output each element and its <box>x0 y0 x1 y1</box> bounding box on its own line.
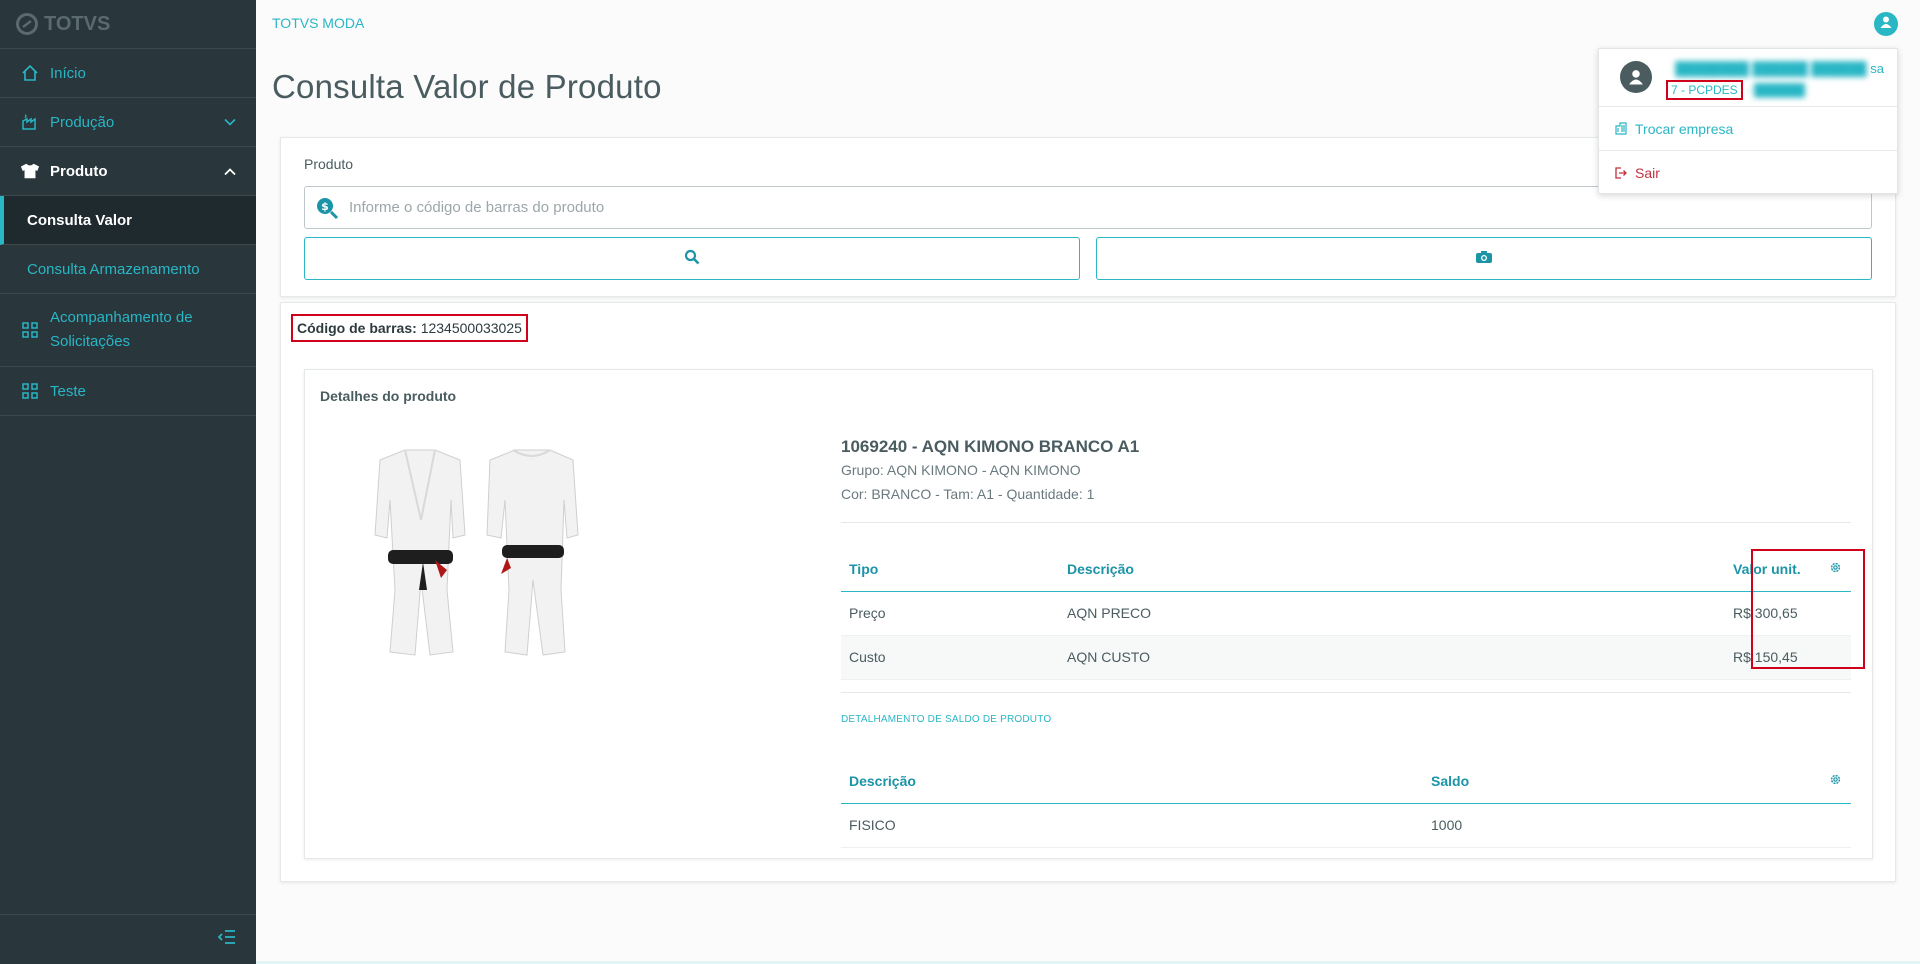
table-row: Custo AQN CUSTO R$ 150,45 <box>841 635 1851 680</box>
saldo-section-title: DETALHAMENTO DE SALDO DE PRODUTO <box>841 714 1052 725</box>
top-bar: TOTVS MODA <box>256 0 1920 49</box>
divider <box>841 692 1851 693</box>
company-name-redacted: - ██████ <box>1746 83 1806 97</box>
product-details-card: Detalhes do produto 1069240 - AQN KIMONO… <box>304 369 1873 859</box>
table-settings-button[interactable] <box>1821 760 1851 804</box>
user-dropdown-menu: ████████ ██████ ██████ sa 7 - PCPDES - █… <box>1598 48 1898 194</box>
sidebar-item-label-line1: Acompanhamento de <box>50 309 193 326</box>
search-button[interactable] <box>304 237 1080 280</box>
barcode-display: Código de barras: 1234500033025 <box>291 314 528 342</box>
logo-text: TOTVS <box>44 12 111 35</box>
sidebar-item-label: Acompanhamento de Solicitações <box>50 306 193 354</box>
column-header-descricao[interactable]: Descrição <box>1059 548 1725 592</box>
collapse-menu-button[interactable] <box>0 914 256 964</box>
cell-empty <box>1821 803 1851 848</box>
cell-valor: R$ 150,45 <box>1725 635 1821 680</box>
app-name-link[interactable]: TOTVS MODA <box>272 15 364 31</box>
company-code: 7 - PCPDES <box>1666 80 1743 100</box>
result-card: Código de barras: 1234500033025 Detalhes… <box>280 302 1896 882</box>
cell-valor: R$ 300,65 <box>1725 591 1821 636</box>
building-icon <box>1615 122 1627 135</box>
produto-label: Produto <box>304 156 354 172</box>
sidebar-item-produto[interactable]: Produto <box>0 147 256 196</box>
user-info: ████████ ██████ ██████ sa 7 - PCPDES - █… <box>1599 49 1897 107</box>
user-name-suffix: sa <box>1870 61 1884 76</box>
sidebar-item-producao[interactable]: Produção <box>0 98 256 147</box>
barcode-value: 1234500033025 <box>420 320 522 336</box>
trocar-empresa-menu-item[interactable]: Trocar empresa <box>1599 107 1897 151</box>
gear-icon <box>1829 773 1842 789</box>
user-name-redacted: ████████ ██████ ██████ <box>1675 61 1867 76</box>
sidebar-item-label: Produto <box>50 162 108 180</box>
divider <box>841 522 1851 523</box>
sidebar-item-label: Consulta Valor <box>27 211 133 229</box>
price-table: Tipo Descrição Valor unit. Preço AQN PRE… <box>841 548 1851 680</box>
totvs-logo: TOTVS <box>0 0 256 49</box>
product-cor: Cor: BRANCO - Tam: A1 - Quantidade: 1 <box>841 486 1095 502</box>
chevron-up-icon <box>224 163 236 180</box>
sidebar-item-inicio[interactable]: Início <box>0 49 256 98</box>
user-company: 7 - PCPDES - ██████ <box>1666 80 1805 100</box>
grid-icon <box>20 320 40 340</box>
svg-text:$: $ <box>321 200 329 213</box>
product-grupo: Grupo: AQN KIMONO - AQN KIMONO <box>841 462 1081 478</box>
sidebar-item-teste[interactable]: Teste <box>0 367 256 416</box>
avatar <box>1620 61 1652 93</box>
trocar-empresa-label: Trocar empresa <box>1635 120 1734 137</box>
table-settings-button[interactable] <box>1821 548 1851 592</box>
chevron-down-icon <box>224 114 236 131</box>
saldo-table: Descrição Saldo FISICO 1000 <box>841 760 1851 848</box>
user-menu-button[interactable] <box>1874 12 1898 36</box>
gear-icon <box>1829 561 1842 577</box>
sidebar-item-label: Início <box>50 64 86 82</box>
sidebar: TOTVS Início Produção Produto Consulta V… <box>0 0 256 964</box>
table-row: FISICO 1000 <box>841 803 1851 848</box>
sidebar-item-label: Produção <box>50 113 115 131</box>
cell-tipo: Custo <box>841 635 1059 680</box>
sidebar-item-consulta-valor[interactable]: Consulta Valor <box>0 196 256 245</box>
column-header-tipo[interactable]: Tipo <box>841 548 1059 592</box>
collapse-menu-icon <box>217 930 236 949</box>
camera-scan-button[interactable] <box>1096 237 1872 280</box>
cell-empty <box>1821 591 1851 636</box>
cell-descricao: AQN PRECO <box>1059 591 1725 636</box>
cell-descricao: FISICO <box>841 803 1423 848</box>
home-icon <box>20 63 40 83</box>
table-row: Preço AQN PRECO R$ 300,65 <box>841 591 1851 636</box>
sair-menu-item[interactable]: Sair <box>1599 151 1897 195</box>
sair-label: Sair <box>1635 165 1660 181</box>
user-name: ████████ ██████ ██████ sa <box>1674 61 1884 76</box>
sidebar-item-label: Consulta Armazenamento <box>27 260 200 278</box>
sidebar-item-label: Teste <box>50 382 86 400</box>
table-header-row: Descrição Saldo <box>841 760 1851 804</box>
dollar-search-icon: $ <box>315 196 339 220</box>
sidebar-item-consulta-armazenamento[interactable]: Consulta Armazenamento <box>0 245 256 294</box>
cell-descricao: AQN CUSTO <box>1059 635 1725 680</box>
product-image <box>374 449 579 656</box>
sidebar-item-label-line2: Solicitações <box>50 333 131 350</box>
camera-icon <box>1475 250 1493 267</box>
column-header-saldo[interactable]: Saldo <box>1423 760 1821 804</box>
column-header-valor-unit[interactable]: Valor unit. <box>1725 548 1821 592</box>
shirt-icon <box>20 161 40 181</box>
sidebar-item-acompanhamento[interactable]: Acompanhamento de Solicitações <box>0 294 256 367</box>
user-icon <box>1878 14 1894 35</box>
table-header-row: Tipo Descrição Valor unit. <box>841 548 1851 592</box>
totvs-logo-icon <box>16 13 38 35</box>
product-name: 1069240 - AQN KIMONO BRANCO A1 <box>841 437 1140 456</box>
column-header-descricao[interactable]: Descrição <box>841 760 1423 804</box>
cell-tipo: Preço <box>841 591 1059 636</box>
grid-icon <box>20 381 40 401</box>
cell-saldo: 1000 <box>1423 803 1821 848</box>
details-title: Detalhes do produto <box>320 388 457 404</box>
search-icon <box>684 249 700 268</box>
cell-empty <box>1821 635 1851 680</box>
barcode-input[interactable] <box>349 199 1750 216</box>
barcode-label: Código de barras: <box>297 320 417 336</box>
page-title: Consulta Valor de Produto <box>272 68 662 105</box>
logout-icon <box>1615 167 1627 179</box>
factory-icon <box>20 112 40 132</box>
